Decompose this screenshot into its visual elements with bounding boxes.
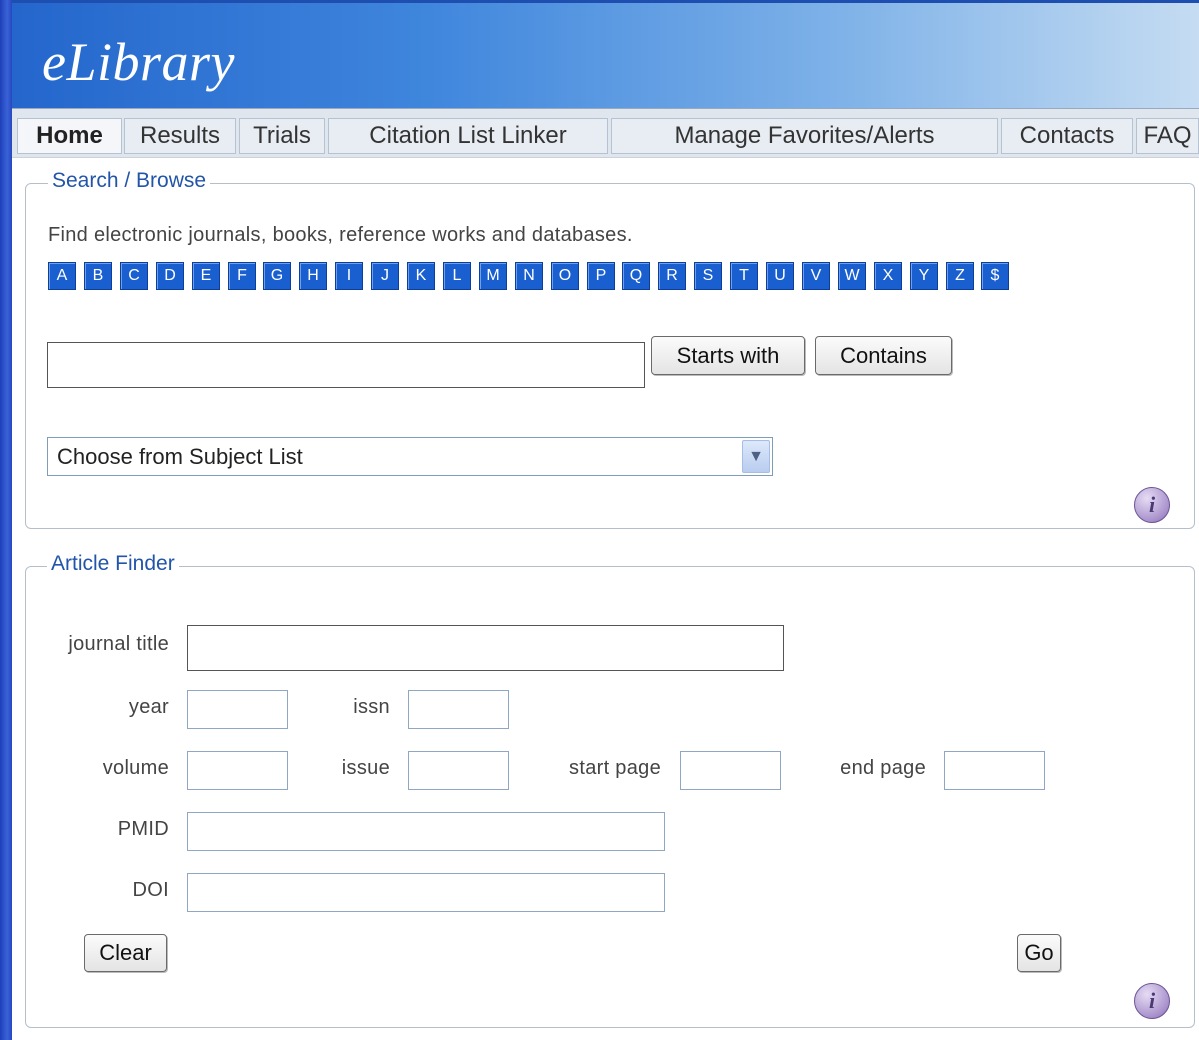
search-input[interactable] — [47, 342, 645, 388]
issue-field[interactable] — [408, 751, 509, 790]
tab-faq[interactable]: FAQ — [1136, 118, 1199, 154]
letter-button[interactable]: O — [551, 262, 579, 290]
pmid-label: PMID — [117, 818, 169, 840]
doi-field[interactable] — [187, 873, 665, 912]
main-content: Search / Browse Find electronic journals… — [12, 158, 1199, 1040]
letter-button[interactable]: K — [407, 262, 435, 290]
letter-button[interactable]: Q — [622, 262, 650, 290]
go-button[interactable]: Go — [1017, 934, 1061, 972]
tab-contacts[interactable]: Contacts — [1001, 118, 1133, 154]
year-field[interactable] — [187, 690, 288, 729]
end-page-label: end page — [840, 757, 926, 779]
pmid-field[interactable] — [187, 812, 665, 851]
volume-label: volume — [102, 757, 169, 779]
tab-manage-favorites-alerts[interactable]: Manage Favorites/Alerts — [611, 118, 998, 154]
year-label: year — [128, 696, 169, 718]
letter-button[interactable]: I — [335, 262, 363, 290]
starts-with-button[interactable]: Starts with — [651, 336, 805, 375]
letter-button[interactable]: G — [263, 262, 291, 290]
chevron-down-icon[interactable]: ▼ — [742, 440, 770, 473]
letter-button[interactable]: E — [192, 262, 220, 290]
clear-button[interactable]: Clear — [84, 934, 167, 972]
journal-title-label: journal title — [68, 633, 169, 655]
start-page-label: start page — [569, 757, 661, 779]
contains-button[interactable]: Contains — [815, 336, 952, 375]
info-icon[interactable]: i — [1134, 487, 1170, 523]
letter-button[interactable]: J — [371, 262, 399, 290]
elibrary-logo: eLibrary — [42, 32, 235, 92]
info-icon[interactable]: i — [1134, 983, 1170, 1019]
letter-button[interactable]: B — [84, 262, 112, 290]
letter-button[interactable]: D — [156, 262, 184, 290]
tab-citation-list-linker[interactable]: Citation List Linker — [328, 118, 608, 154]
issn-field[interactable] — [408, 690, 509, 729]
letter-button[interactable]: N — [515, 262, 543, 290]
tab-results[interactable]: Results — [124, 118, 236, 154]
search-description: Find electronic journals, books, referen… — [48, 224, 633, 246]
letter-button[interactable]: U — [766, 262, 794, 290]
doi-label: DOI — [132, 879, 169, 901]
letter-button[interactable]: M — [479, 262, 507, 290]
left-window-border — [0, 0, 12, 1040]
letter-button[interactable]: L — [443, 262, 471, 290]
article-finder-legend: Article Finder — [47, 552, 179, 576]
letter-button[interactable]: R — [658, 262, 686, 290]
subject-list-select[interactable]: Choose from Subject List ▼ — [47, 437, 773, 476]
article-finder-section: Article Finder journal title year issn v… — [25, 552, 1195, 1028]
tab-trials[interactable]: Trials — [239, 118, 325, 154]
letter-button[interactable]: W — [838, 262, 866, 290]
letter-button[interactable]: Y — [910, 262, 938, 290]
letter-button[interactable]: C — [120, 262, 148, 290]
app-header: eLibrary — [12, 0, 1199, 108]
letter-button[interactable]: F — [228, 262, 256, 290]
issn-label: issn — [353, 696, 390, 718]
letter-button[interactable]: Z — [946, 262, 974, 290]
subject-select-value: Choose from Subject List — [57, 444, 303, 469]
journal-title-field[interactable] — [187, 625, 784, 671]
letter-button[interactable]: X — [874, 262, 902, 290]
letter-button[interactable]: V — [802, 262, 830, 290]
start-page-field[interactable] — [680, 751, 781, 790]
volume-field[interactable] — [187, 751, 288, 790]
end-page-field[interactable] — [944, 751, 1045, 790]
search-browse-legend: Search / Browse — [48, 169, 211, 193]
letter-button[interactable]: P — [587, 262, 615, 290]
main-nav: Home Results Trials Citation List Linker… — [12, 108, 1199, 158]
tab-home[interactable]: Home — [17, 118, 122, 154]
letter-button[interactable]: S — [694, 262, 722, 290]
search-browse-section: Search / Browse Find electronic journals… — [25, 169, 1195, 529]
letter-button[interactable]: $ — [981, 262, 1009, 290]
letter-button[interactable]: H — [299, 262, 327, 290]
issue-label: issue — [341, 757, 390, 779]
letter-button[interactable]: T — [730, 262, 758, 290]
letter-button[interactable]: A — [48, 262, 76, 290]
